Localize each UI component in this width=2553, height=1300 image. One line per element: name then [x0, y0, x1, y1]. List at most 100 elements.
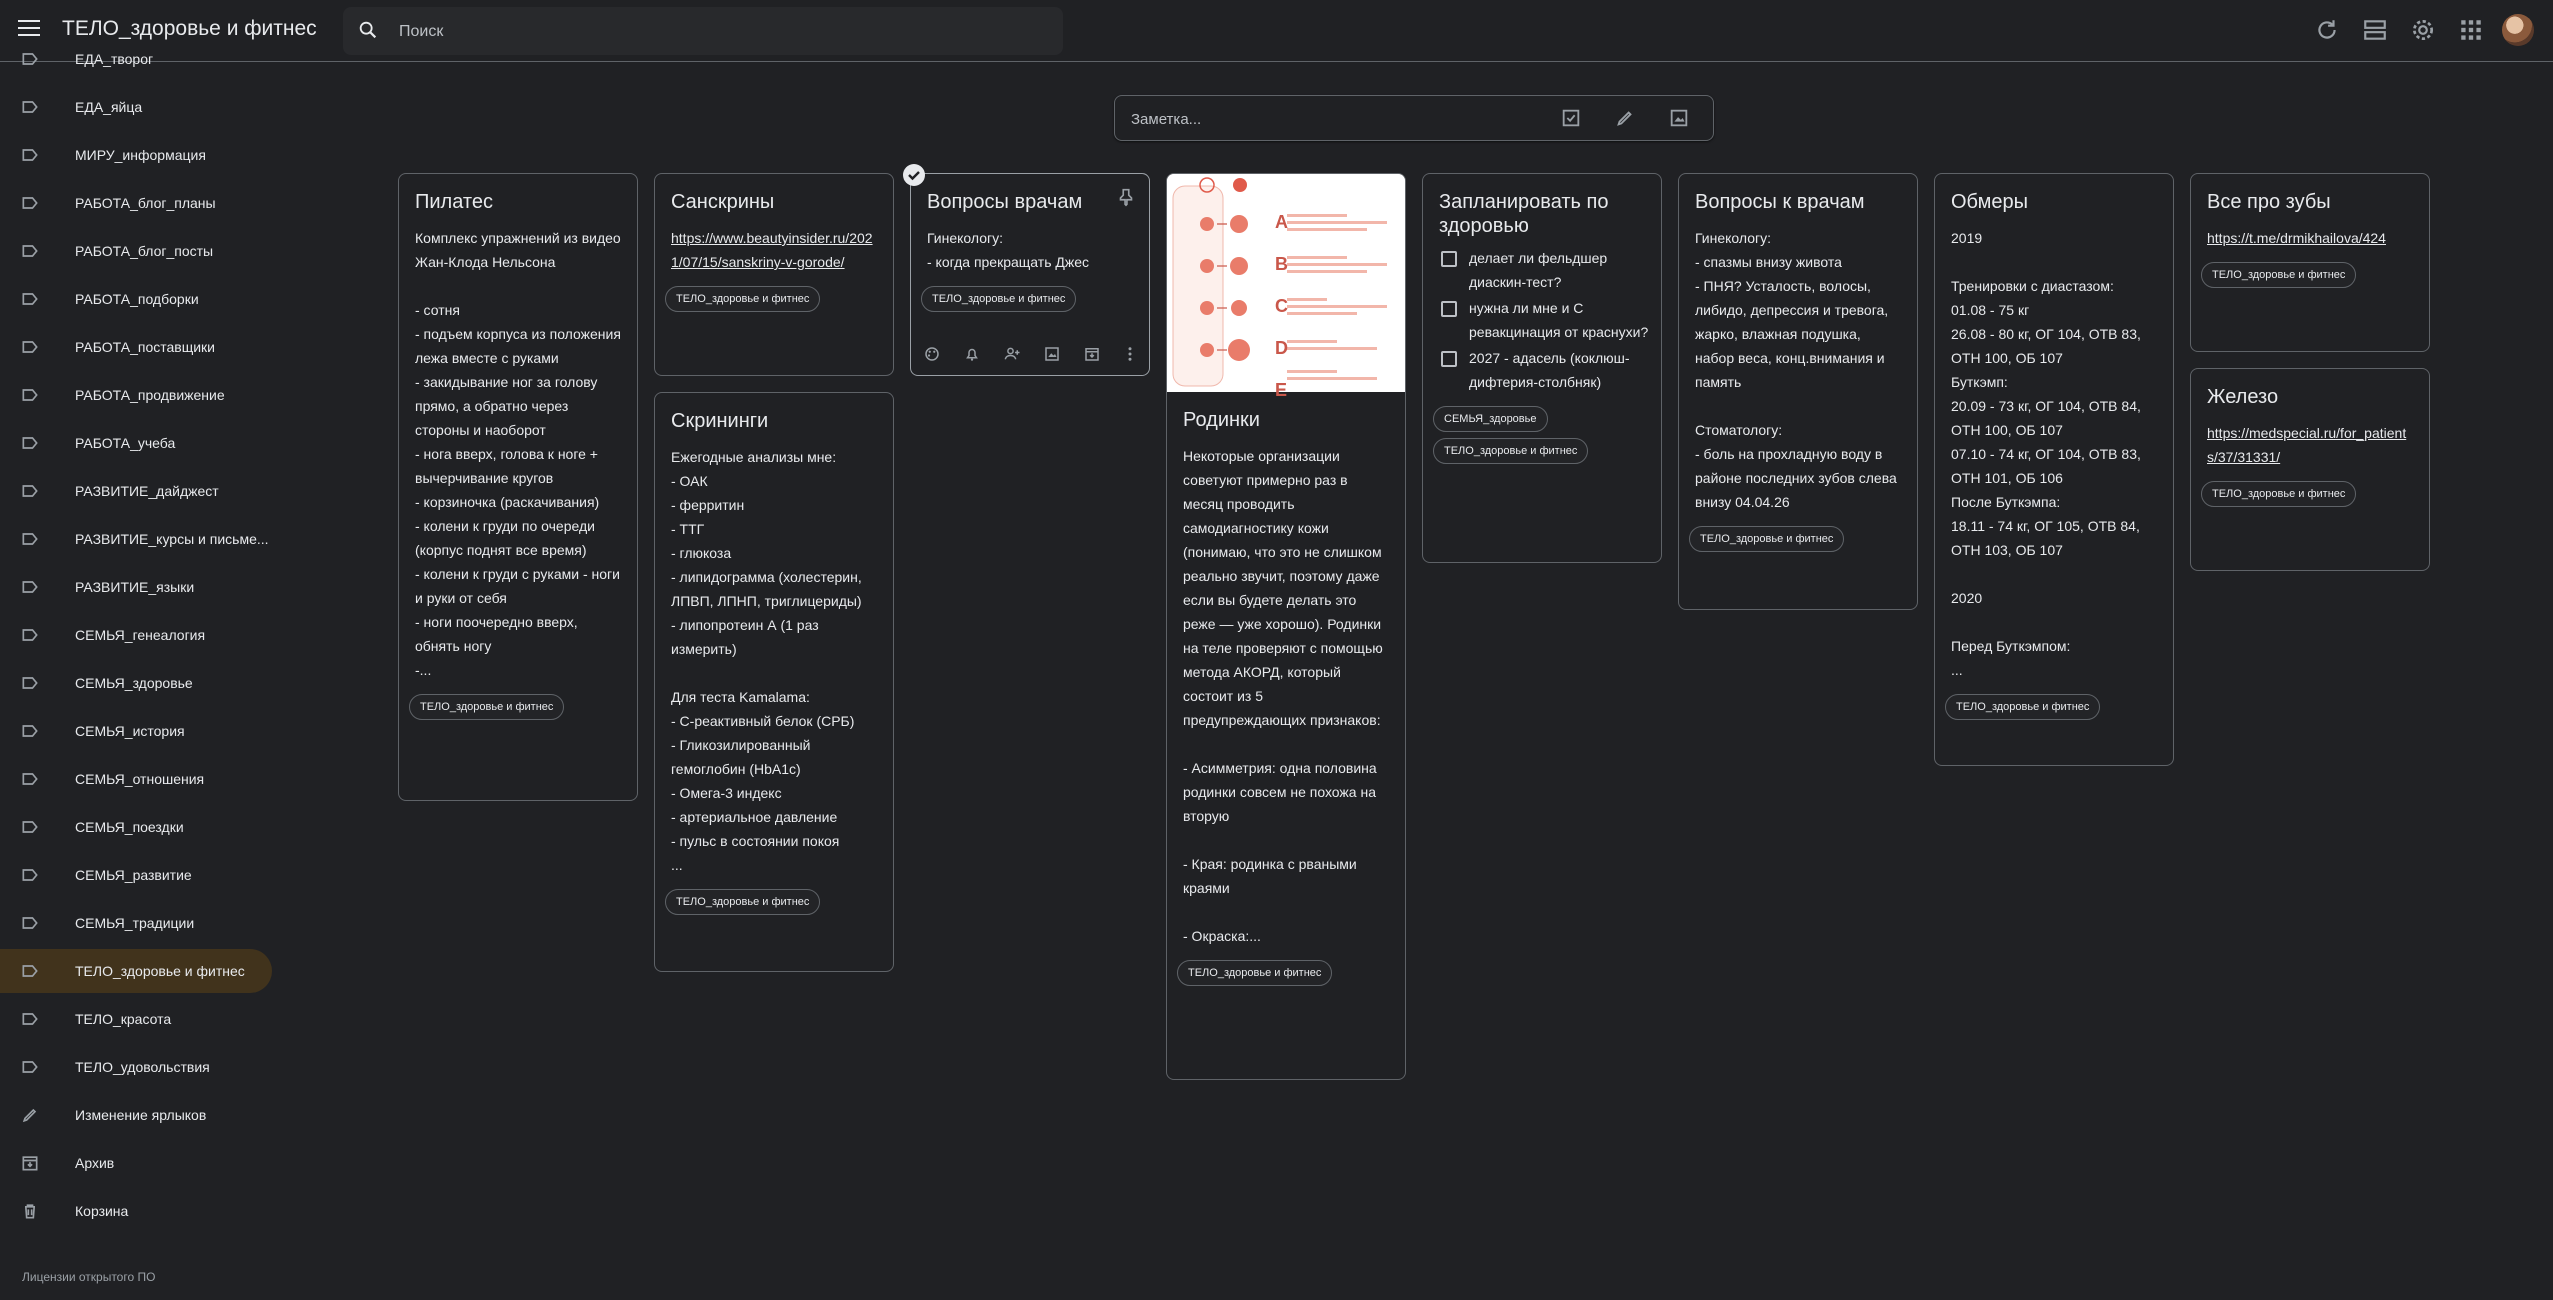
- search-input[interactable]: [397, 17, 1041, 47]
- sidebar-item[interactable]: Изменение ярлыков: [0, 1093, 272, 1137]
- label-chip[interactable]: ТЕЛО_здоровье и фитнес: [921, 286, 1077, 312]
- reminder-bell-icon[interactable]: [963, 345, 981, 363]
- list-view-icon[interactable]: [2362, 17, 2388, 43]
- sidebar-item[interactable]: ТЕЛО_удовольствия: [0, 1045, 272, 1089]
- sidebar-item[interactable]: СЕМЬЯ_традиции: [0, 901, 272, 945]
- note-title: Железо: [2207, 386, 2279, 408]
- note-link[interactable]: https://t.me/drmikhailova/424: [2207, 230, 2386, 246]
- label-chip[interactable]: ТЕЛО_здоровье и фитнес: [1945, 694, 2101, 720]
- image-icon[interactable]: [1668, 107, 1690, 129]
- sidebar-item[interactable]: РАБОТА_учеба: [0, 421, 272, 465]
- search-bar[interactable]: [343, 7, 1063, 55]
- checkbox-icon[interactable]: [1441, 351, 1457, 367]
- pin-icon[interactable]: [1115, 186, 1137, 208]
- sidebar-item[interactable]: РАБОТА_продвижение: [0, 373, 272, 417]
- sidebar-item[interactable]: СЕМЬЯ_история: [0, 709, 272, 753]
- note-moles[interactable]: ABCDE Родинки Некоторые организации сове…: [1166, 173, 1406, 1080]
- sidebar-item-label: ТЕЛО_красота: [75, 1011, 172, 1027]
- open-source-licenses-link[interactable]: Лицензии открытого ПО: [22, 1270, 155, 1284]
- note-link[interactable]: https://medspecial.ru/for_patients/37/31…: [2207, 425, 2406, 465]
- label-chip[interactable]: ТЕЛО_здоровье и фитнес: [665, 286, 821, 312]
- more-vert-icon[interactable]: [1121, 345, 1139, 363]
- sidebar-item[interactable]: ЕДА_творог: [0, 37, 272, 81]
- sidebar-item[interactable]: Архив: [0, 1141, 272, 1185]
- sidebar-item-label: Архив: [75, 1155, 115, 1171]
- sidebar-item-label: ЕДА_яйца: [75, 99, 143, 115]
- note-screenings[interactable]: Скрининги Ежегодные анализы мне: - ОАК -…: [654, 392, 894, 972]
- take-note-bar[interactable]: [1114, 95, 1714, 141]
- collaborator-icon[interactable]: [1003, 345, 1021, 363]
- label-icon: [22, 629, 38, 641]
- label-chip[interactable]: ТЕЛО_здоровье и фитнес: [2201, 262, 2357, 288]
- sidebar-item[interactable]: РАБОТА_блог_планы: [0, 181, 272, 225]
- label-chip[interactable]: ТЕЛО_здоровье и фитнес: [1433, 438, 1589, 464]
- refresh-icon[interactable]: [2314, 17, 2340, 43]
- note-sunscreens[interactable]: Санскрины https://www.beautyinsider.ru/2…: [654, 173, 894, 376]
- sidebar-item[interactable]: ТЕЛО_здоровье и фитнес: [0, 949, 272, 993]
- checklist-item[interactable]: делает ли фельдшер диаскин-тест?: [1423, 246, 1661, 294]
- label-icon: [22, 341, 38, 353]
- label-chip[interactable]: ТЕЛО_здоровье и фитнес: [2201, 481, 2357, 507]
- label-chip[interactable]: ТЕЛО_здоровье и фитнес: [1689, 526, 1845, 552]
- note-title: Обмеры: [1951, 191, 2028, 213]
- sidebar-item[interactable]: СЕМЬЯ_развитие: [0, 853, 272, 897]
- checklist-item[interactable]: 2027 - адасель (коклюш-дифтерия-столбняк…: [1423, 346, 1661, 394]
- note-title: Запланировать по здоровью: [1439, 191, 1609, 237]
- label-chip[interactable]: ТЕЛО_здоровье и фитнес: [665, 889, 821, 915]
- sidebar-item-label: Изменение ярлыков: [75, 1107, 207, 1123]
- take-note-input[interactable]: [1129, 106, 1533, 132]
- sidebar-item[interactable]: ТЕЛО_красота: [0, 997, 272, 1041]
- avatar[interactable]: [2502, 14, 2534, 46]
- sidebar-item[interactable]: ЕДА_яйца: [0, 85, 272, 129]
- sidebar-item[interactable]: СЕМЬЯ_поездки: [0, 805, 272, 849]
- note-pilates[interactable]: Пилатес Комплекс упражнений из видео Жан…: [398, 173, 638, 801]
- abcde-letter: C: [1275, 296, 1288, 316]
- sidebar-item[interactable]: РАЗВИТИЕ_курсы и письме...: [0, 517, 272, 561]
- note-measurements[interactable]: Обмеры 2019 Тренировки с диастазом: 01.0…: [1934, 173, 2174, 766]
- archive-icon[interactable]: [1083, 345, 1101, 363]
- note-doctor-questions[interactable]: Вопросы врачам Гинекологу: - когда прекр…: [910, 173, 1150, 376]
- note-questions-to-doctors[interactable]: Вопросы к врачам Гинекологу: - спазмы вн…: [1678, 173, 1918, 610]
- sidebar-item[interactable]: РАБОТА_блог_посты: [0, 229, 272, 273]
- note-plan-health[interactable]: Запланировать по здоровью делает ли фель…: [1422, 173, 1662, 563]
- label-icon: [22, 773, 38, 785]
- note-teeth[interactable]: Все про зубы https://t.me/drmikhailova/4…: [2190, 173, 2430, 352]
- menu-icon[interactable]: [18, 20, 40, 38]
- label-icon: [22, 821, 38, 833]
- sidebar-item[interactable]: РАЗВИТИЕ_дайджест: [0, 469, 272, 513]
- label-chip[interactable]: СЕМЬЯ_здоровье: [1433, 406, 1548, 432]
- checkbox-icon[interactable]: [1441, 301, 1457, 317]
- checkbox-icon[interactable]: [1441, 251, 1457, 267]
- sidebar-item[interactable]: СЕМЬЯ_отношения: [0, 757, 272, 801]
- select-note-check-icon[interactable]: [903, 164, 925, 186]
- note-body: Ежегодные анализы мне: - ОАК - ферритин …: [671, 449, 862, 873]
- note-body: Гинекологу: - когда прекращать Джес: [927, 230, 1090, 270]
- sidebar-item-label: СЕМЬЯ_развитие: [75, 867, 192, 883]
- note-iron[interactable]: Железо https://medspecial.ru/for_patient…: [2190, 368, 2430, 571]
- sidebar-item-label: РАЗВИТИЕ_курсы и письме...: [75, 531, 269, 547]
- note-title: Вопросы врачам: [927, 191, 1083, 213]
- settings-icon[interactable]: [2410, 17, 2436, 43]
- label-chip[interactable]: ТЕЛО_здоровье и фитнес: [409, 694, 565, 720]
- apps-icon[interactable]: [2458, 17, 2484, 43]
- sidebar-item[interactable]: Корзина: [0, 1189, 272, 1233]
- sidebar-item-label: ТЕЛО_здоровье и фитнес: [75, 963, 245, 979]
- sidebar-item[interactable]: РАБОТА_поставщики: [0, 325, 272, 369]
- sidebar-item[interactable]: СЕМЬЯ_генеалогия: [0, 613, 272, 657]
- search-icon[interactable]: [357, 19, 379, 41]
- note-link[interactable]: https://www.beautyinsider.ru/2021/07/15/…: [671, 230, 873, 270]
- abcde-letter: D: [1275, 338, 1288, 358]
- sidebar-item-label: СЕМЬЯ_традиции: [75, 915, 195, 931]
- palette-icon[interactable]: [923, 345, 941, 363]
- checkbox-icon[interactable]: [1560, 107, 1582, 129]
- sidebar-item[interactable]: СЕМЬЯ_здоровье: [0, 661, 272, 705]
- sidebar-item[interactable]: РАЗВИТИЕ_языки: [0, 565, 272, 609]
- sidebar-item[interactable]: МИРУ_информация: [0, 133, 272, 177]
- sidebar-item-label: МИРУ_информация: [75, 147, 206, 163]
- note-body: Комплекс упражнений из видео Жан-Клода Н…: [415, 230, 621, 678]
- brush-icon[interactable]: [1614, 107, 1636, 129]
- sidebar-item[interactable]: РАБОТА_подборки: [0, 277, 272, 321]
- label-chip[interactable]: ТЕЛО_здоровье и фитнес: [1177, 960, 1333, 986]
- image-icon[interactable]: [1043, 345, 1061, 363]
- checklist-item[interactable]: нужна ли мне и С ревакцинация от краснух…: [1423, 296, 1661, 344]
